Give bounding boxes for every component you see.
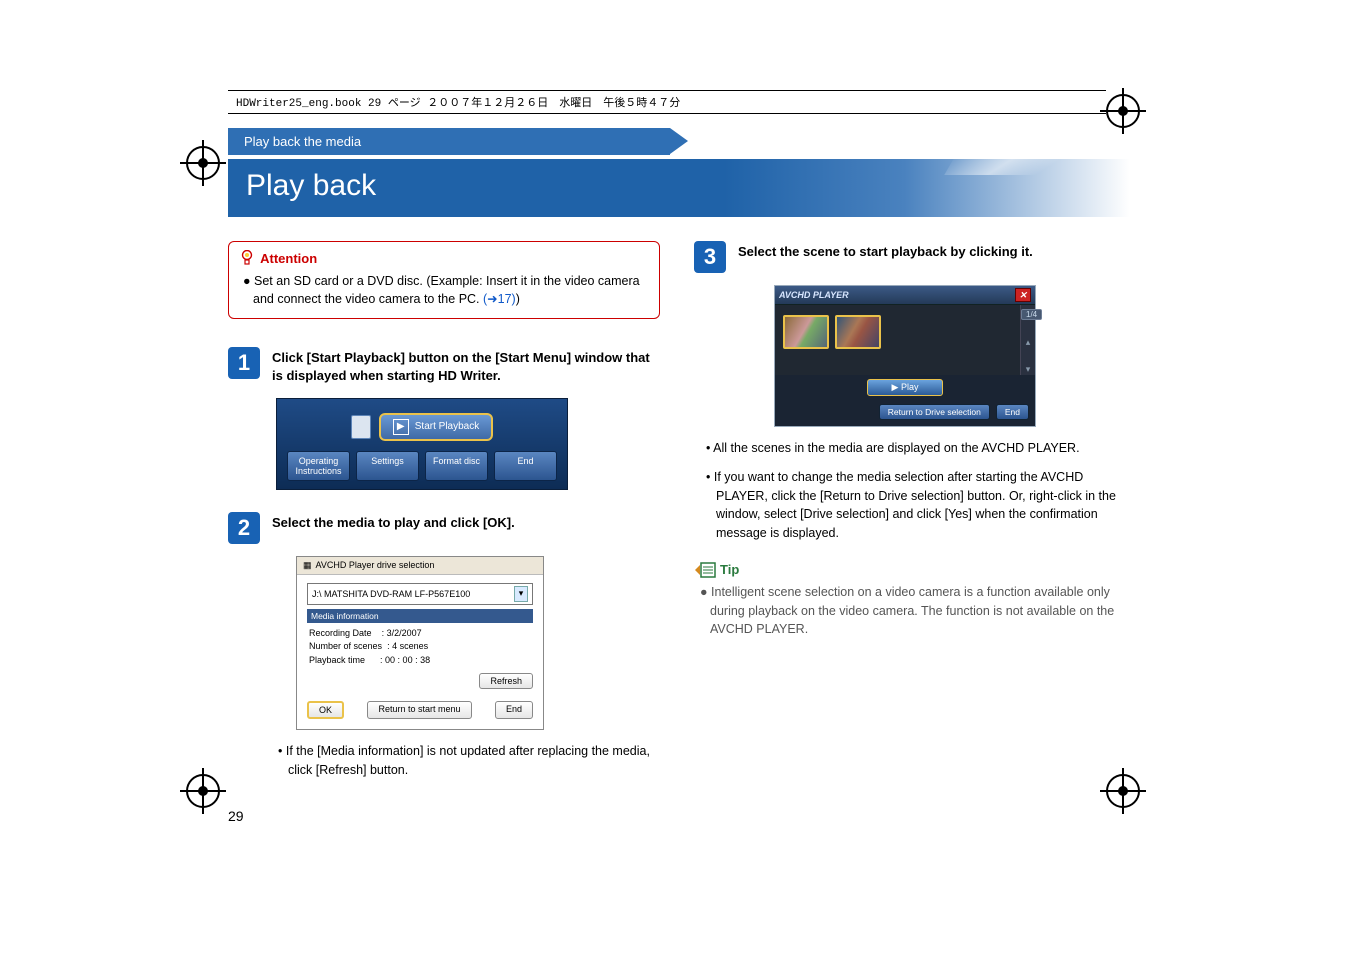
scene-thumbnail-2[interactable] [835,315,881,349]
rec-date-value: : 3/2/2007 [382,628,422,638]
playback-time-label: Playback time [309,655,365,665]
return-to-drive-selection-button[interactable]: Return to Drive selection [879,404,990,420]
scene-thumbnail-1[interactable] [783,315,829,349]
crop-cross-icon [180,140,226,186]
attention-text-suffix: ) [516,292,520,306]
play-icon: ▶ [393,419,409,435]
chevron-up-icon: ▴ [1026,337,1031,348]
step-1-text: Click [Start Playback] button on the [St… [272,347,660,385]
refresh-button[interactable]: Refresh [479,673,533,689]
thumbnail-list [775,305,1020,375]
page-title: Play back [228,159,1130,217]
end-button[interactable]: End [494,451,557,481]
rec-date-label: Recording Date [309,628,372,638]
dialog-titlebar: ▦ AVCHD Player drive selection [297,557,543,575]
scenes-value: : 4 scenes [387,641,428,651]
title-shine-decoration [944,155,1076,175]
crop-cross-icon [180,768,226,814]
scrollbar[interactable]: 1/4 ▴ ▾ [1020,305,1035,375]
breadcrumb: Play back the media [228,128,670,155]
avchd-titlebar: AVCHD PLAYER ✕ [775,286,1035,305]
attention-label: Attention [260,251,317,266]
drive-value: J:\ MATSHITA DVD-RAM LF-P567E100 [312,589,470,599]
end-button-3[interactable]: End [996,404,1029,420]
book-header-line: HDWriter25_eng.book 29 ページ ２００７年１２月２６日 水… [228,90,1106,114]
tip-heading: Tip [694,561,1126,579]
step-2-text: Select the media to play and click [OK]. [272,512,515,532]
step-2: 2 Select the media to play and click [OK… [228,512,660,544]
page-number: 29 [228,808,660,824]
tip-label: Tip [720,562,739,577]
operating-instructions-button[interactable]: Operating Instructions [287,451,350,481]
avchd-player-screenshot: AVCHD PLAYER ✕ 1/4 ▴ ▾ [774,285,1126,427]
attention-link[interactable]: (➜17) [483,292,516,306]
start-playback-label: Start Playback [415,421,479,432]
document-icon [351,415,371,439]
start-menu-mock: ▶ Start Playback Operating Instructions … [276,398,568,490]
ok-button[interactable]: OK [307,701,344,719]
step-2-note: • If the [Media information] is not upda… [228,742,660,780]
player-icon: ▦ [303,560,312,571]
attention-heading: Attention [241,250,647,266]
avchd-title: AVCHD PLAYER [779,290,849,300]
format-disc-button[interactable]: Format disc [425,451,488,481]
start-menu-screenshot: ▶ Start Playback Operating Instructions … [276,398,660,490]
chevron-down-icon: ▾ [1026,364,1031,375]
step-badge-2: 2 [228,512,260,544]
left-column: Attention ● Set an SD card or a DVD disc… [228,241,660,824]
step-3-bullet-2: • If you want to change the media select… [694,468,1126,543]
media-info-body: Recording Date : 3/2/2007 Number of scen… [307,623,533,674]
attention-box: Attention ● Set an SD card or a DVD disc… [228,241,660,319]
page-content: HDWriter25_eng.book 29 ページ ２００７年１２月２６日 水… [228,90,1128,824]
step-1: 1 Click [Start Playback] button on the [… [228,347,660,385]
chevron-down-icon: ▾ [514,586,528,602]
tip-icon [694,561,716,579]
tip-body: ● Intelligent scene selection on a video… [694,583,1126,639]
return-to-start-menu-button[interactable]: Return to start menu [367,701,471,719]
settings-button[interactable]: Settings [356,451,419,481]
scene-counter: 1/4 [1021,309,1042,320]
page-title-text: Play back [246,169,376,202]
step-3-bullet-1: • All the scenes in the media are displa… [694,439,1126,458]
attention-body: ● Set an SD card or a DVD disc. (Example… [241,272,647,308]
close-icon[interactable]: ✕ [1015,288,1031,302]
avchd-player-mock: AVCHD PLAYER ✕ 1/4 ▴ ▾ [774,285,1036,427]
right-column: 3 Select the scene to start playback by … [694,241,1126,824]
step-3-text: Select the scene to start playback by cl… [738,241,1033,261]
media-info-header: Media information [307,609,533,623]
step-badge-1: 1 [228,347,260,379]
bulb-icon [241,250,253,266]
start-playback-button[interactable]: ▶ Start Playback [379,413,493,441]
drive-selection-mock: ▦ AVCHD Player drive selection J:\ MATSH… [296,556,544,731]
step-badge-3: 3 [694,241,726,273]
attention-text-prefix: ● Set an SD card or a DVD disc. (Example… [243,274,640,306]
scenes-label: Number of scenes [309,641,382,651]
end-button-2[interactable]: End [495,701,533,719]
dialog-title: AVCHD Player drive selection [316,560,435,570]
play-button[interactable]: ▶ Play [867,379,944,396]
step-3: 3 Select the scene to start playback by … [694,241,1126,273]
playback-time-value: : 00 : 00 : 38 [380,655,430,665]
drive-selection-screenshot: ▦ AVCHD Player drive selection J:\ MATSH… [296,556,660,731]
drive-dropdown[interactable]: J:\ MATSHITA DVD-RAM LF-P567E100 ▾ [307,583,533,605]
